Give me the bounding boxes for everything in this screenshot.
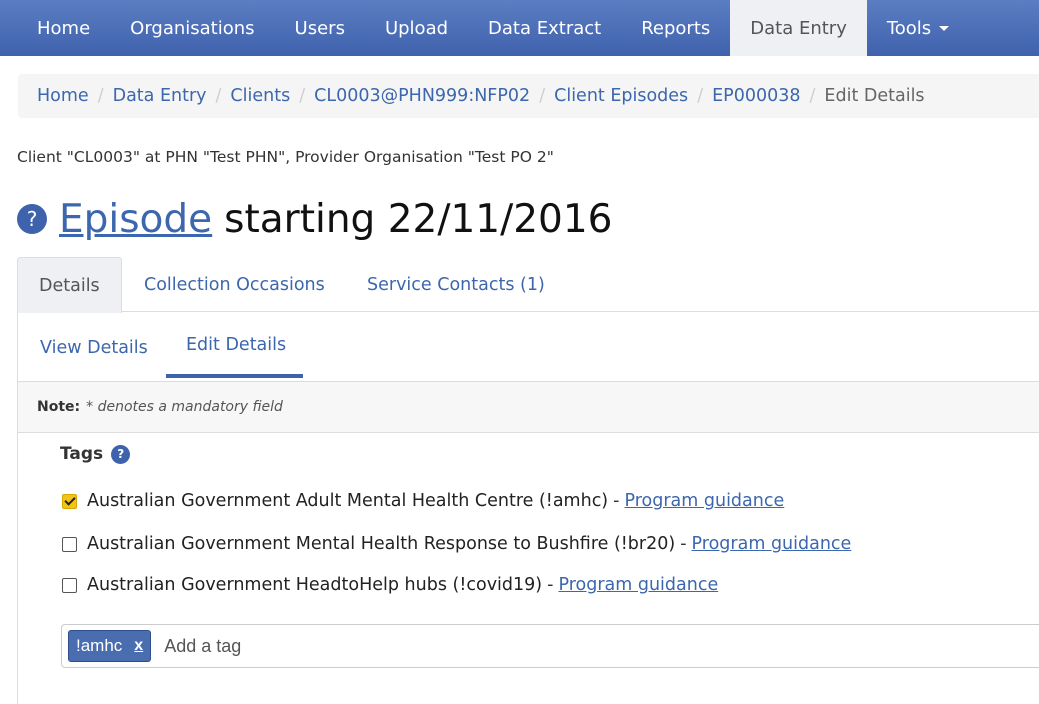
nav-home[interactable]: Home (0, 0, 110, 56)
separator-dash: - (680, 534, 687, 554)
tag-input[interactable]: !amhc x Add a tag (61, 624, 1039, 668)
subtab-bar: View Details Edit Details (18, 311, 1039, 382)
breadcrumb-separator: / (697, 86, 704, 106)
tag-option-covid19[interactable]: Australian Government HeadtoHelp hubs (!… (62, 575, 718, 595)
breadcrumb-episode[interactable]: EP000038 (712, 86, 800, 106)
breadcrumb-separator: / (539, 86, 546, 106)
nav-reports[interactable]: Reports (621, 0, 730, 56)
active-subtab-indicator (166, 374, 303, 378)
remove-tag-icon[interactable]: x (134, 637, 143, 655)
separator-dash: - (547, 575, 554, 595)
details-panel: View Details Edit Details Note: * denote… (17, 311, 1039, 704)
breadcrumb-home[interactable]: Home (37, 86, 89, 106)
tags-label-text: Tags (60, 444, 104, 464)
nav-upload[interactable]: Upload (365, 0, 468, 56)
tags-label: Tags ? (60, 444, 131, 464)
caret-down-icon (939, 25, 950, 31)
breadcrumb-separator: / (97, 86, 104, 106)
tag-chip-label: !amhc (76, 636, 123, 655)
breadcrumb-current: Edit Details (824, 86, 925, 106)
note-bar: Note: * denotes a mandatory field (18, 382, 1039, 433)
breadcrumb-separator: / (299, 86, 306, 106)
program-guidance-link[interactable]: Program guidance (624, 491, 784, 511)
note-label: Note: (37, 399, 81, 415)
breadcrumb-client[interactable]: CL0003@PHN999:NFP02 (314, 86, 530, 106)
client-info: Client "CL0003" at PHN "Test PHN", Provi… (17, 148, 554, 166)
checkbox-unchecked[interactable] (62, 577, 77, 593)
nav-data-extract[interactable]: Data Extract (468, 0, 621, 56)
tab-service-contacts[interactable]: Service Contacts (1) (367, 257, 545, 312)
note-text: * denotes a mandatory field (86, 399, 283, 415)
nav-data-entry[interactable]: Data Entry (730, 0, 867, 56)
tag-option-label: Australian Government Adult Mental Healt… (87, 491, 609, 511)
breadcrumb-separator: / (809, 86, 816, 106)
subtab-view-details[interactable]: View Details (40, 338, 148, 358)
help-icon[interactable]: ? (17, 204, 47, 234)
tag-option-amhc[interactable]: Australian Government Adult Mental Healt… (62, 491, 784, 511)
breadcrumb-client-episodes[interactable]: Client Episodes (554, 86, 688, 106)
page-title: ? Episode starting 22/11/2016 (17, 194, 613, 244)
title-date: starting 22/11/2016 (224, 196, 613, 242)
checkbox-checked[interactable] (62, 493, 77, 509)
nav-tools-dropdown[interactable]: Tools (867, 0, 969, 56)
program-guidance-link[interactable]: Program guidance (558, 575, 718, 595)
nav-users[interactable]: Users (275, 0, 365, 56)
tag-option-label: Australian Government Mental Health Resp… (87, 534, 676, 554)
tag-chip: !amhc x (68, 630, 152, 662)
program-guidance-link[interactable]: Program guidance (692, 534, 852, 554)
subtab-edit-details[interactable]: Edit Details (186, 335, 286, 355)
tab-collection-occasions[interactable]: Collection Occasions (144, 257, 325, 312)
tag-input-placeholder[interactable]: Add a tag (164, 636, 241, 657)
nav-organisations[interactable]: Organisations (110, 0, 274, 56)
tag-option-label: Australian Government HeadtoHelp hubs (!… (87, 575, 543, 595)
episode-link[interactable]: Episode (59, 197, 212, 242)
tag-option-br20[interactable]: Australian Government Mental Health Resp… (62, 534, 851, 554)
nav-tools-label: Tools (886, 17, 932, 39)
breadcrumb-data-entry[interactable]: Data Entry (113, 86, 207, 106)
breadcrumb-clients[interactable]: Clients (230, 86, 290, 106)
tab-details[interactable]: Details (17, 257, 122, 313)
help-icon[interactable]: ? (111, 444, 131, 464)
breadcrumb: Home / Data Entry / Clients / CL0003@PHN… (18, 74, 1039, 118)
tab-bar: Details Collection Occasions Service Con… (17, 257, 1039, 313)
checkbox-unchecked[interactable] (62, 536, 77, 552)
top-navbar: Home Organisations Users Upload Data Ext… (0, 0, 1039, 56)
breadcrumb-separator: / (215, 86, 222, 106)
separator-dash: - (613, 491, 620, 511)
